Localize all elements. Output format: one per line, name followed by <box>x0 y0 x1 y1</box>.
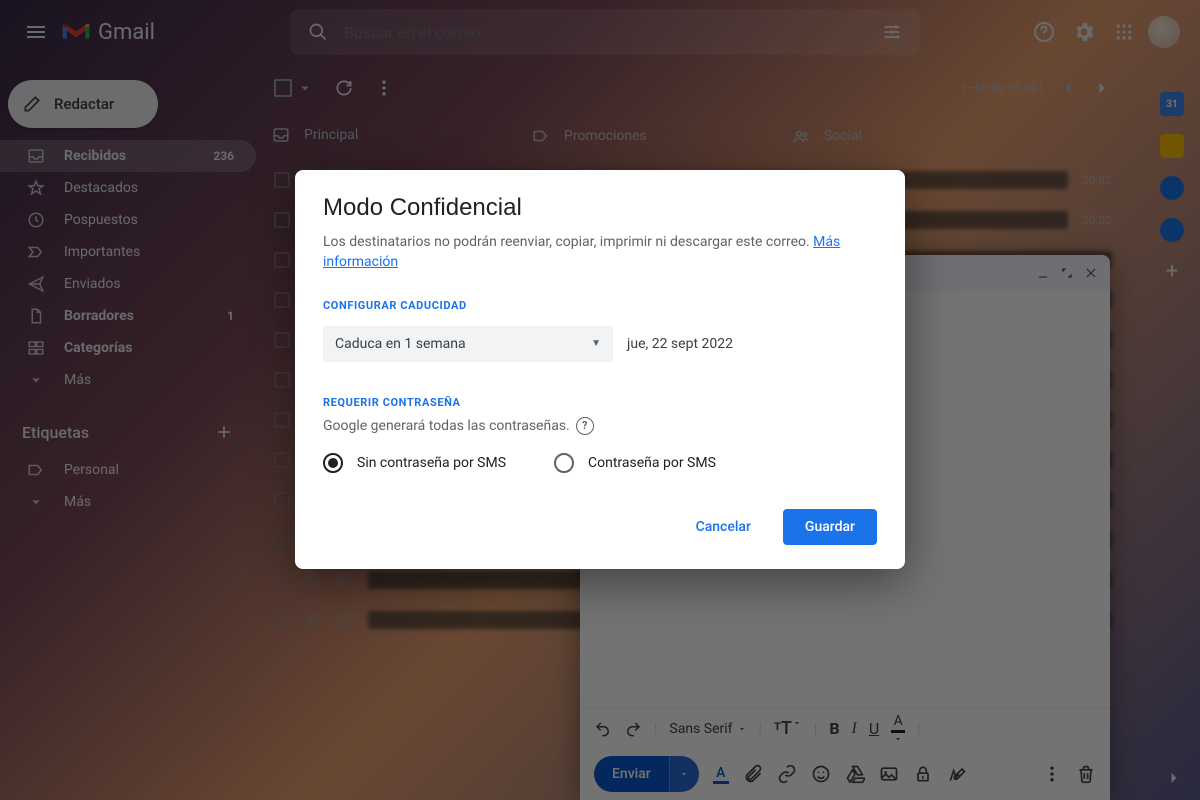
expiry-select[interactable]: Caduca en 1 semana ▼ <box>323 326 613 362</box>
cancel-button[interactable]: Cancelar <box>674 509 773 545</box>
dialog-title: Modo Confidencial <box>323 194 877 222</box>
expiry-date: jue, 22 sept 2022 <box>627 336 733 352</box>
expiry-section-heading: CONFIGURAR CADUCIDAD <box>323 299 877 312</box>
dialog-description: Los destinatarios no podrán reenviar, co… <box>323 232 877 273</box>
password-note: Google generará todas las contraseñas. <box>323 418 570 434</box>
password-section-heading: REQUERIR CONTRASEÑA <box>323 396 877 409</box>
radio-no-sms[interactable]: Sin contraseña por SMS <box>323 453 506 473</box>
radio-sms[interactable]: Contraseña por SMS <box>554 453 716 473</box>
save-button[interactable]: Guardar <box>783 509 877 545</box>
chevron-down-icon: ▼ <box>591 338 601 349</box>
confidential-mode-dialog: Modo Confidencial Los destinatarios no p… <box>295 170 905 569</box>
help-icon[interactable]: ? <box>576 417 594 435</box>
